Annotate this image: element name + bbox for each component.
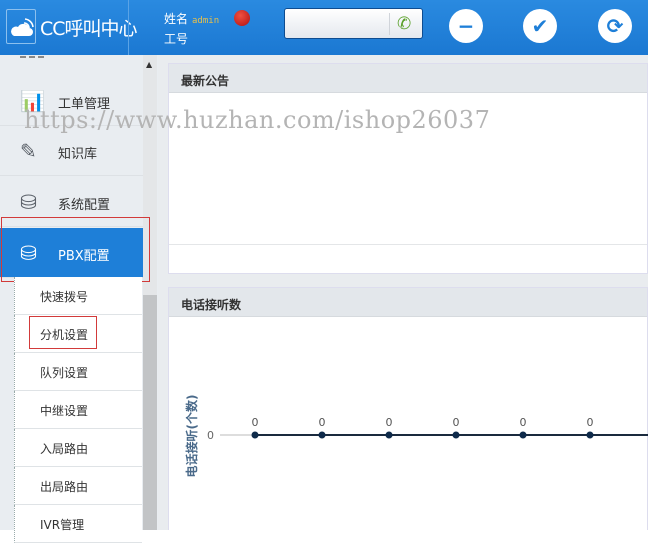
- data-point[interactable]: [519, 431, 527, 439]
- submenu-trunk[interactable]: 中继设置: [14, 391, 142, 429]
- notice-panel: 最新公告: [168, 63, 648, 274]
- highlight-box: [1, 217, 150, 282]
- scrollbar-thumb[interactable]: [143, 295, 157, 530]
- top-header: CC呼叫中心 姓名 admin 工号 ✆ − ✔ ⟳: [0, 0, 648, 55]
- data-label: 0: [520, 416, 527, 429]
- highlight-box: [29, 316, 97, 349]
- data-label: 0: [386, 416, 393, 429]
- data-label: 0: [587, 416, 594, 429]
- data-label: 0: [319, 416, 326, 429]
- refresh-button[interactable]: ⟳: [598, 9, 632, 43]
- busy-button[interactable]: −: [449, 9, 483, 43]
- submenu-quick-dial[interactable]: 快速拨号: [14, 277, 142, 315]
- submenu-queue[interactable]: 队列设置: [14, 353, 142, 391]
- job-number-label: 工号: [164, 32, 189, 46]
- edit-icon: ✎: [20, 139, 37, 163]
- cloud-logo-icon: [6, 9, 36, 44]
- notice-title: 最新公告: [169, 64, 647, 93]
- submenu-ivr[interactable]: IVR管理: [14, 505, 142, 543]
- data-point[interactable]: [318, 431, 326, 439]
- data-label: 0: [453, 416, 460, 429]
- submenu-inbound-route[interactable]: 入局路由: [14, 429, 142, 467]
- database-gear-icon: ⛁: [20, 190, 37, 214]
- y-tick-label: 0: [207, 429, 214, 442]
- status-indicator-icon: [234, 10, 250, 26]
- user-name: 姓名 admin: [164, 12, 220, 26]
- y-axis-label: 电话接听(个数): [184, 395, 199, 478]
- app-title: CC呼叫中心: [40, 18, 138, 40]
- phone-input[interactable]: ✆: [284, 8, 423, 39]
- data-point[interactable]: [251, 431, 259, 439]
- calls-chart: 电话接听(个数) 0 0 0 0 0 0 0: [184, 395, 648, 478]
- data-label: 0: [252, 416, 259, 429]
- calls-title: 电话接听数: [169, 288, 647, 317]
- watermark: https://www.huzhan.com/ishop26037: [24, 106, 491, 134]
- data-point[interactable]: [452, 431, 460, 439]
- phone-call-icon[interactable]: ✆: [397, 14, 411, 34]
- data-point[interactable]: [385, 431, 393, 439]
- ready-button[interactable]: ✔: [523, 9, 557, 43]
- scroll-up-icon[interactable]: ▲: [146, 60, 152, 69]
- data-point[interactable]: [586, 431, 594, 439]
- submenu-outbound-route[interactable]: 出局路由: [14, 467, 142, 505]
